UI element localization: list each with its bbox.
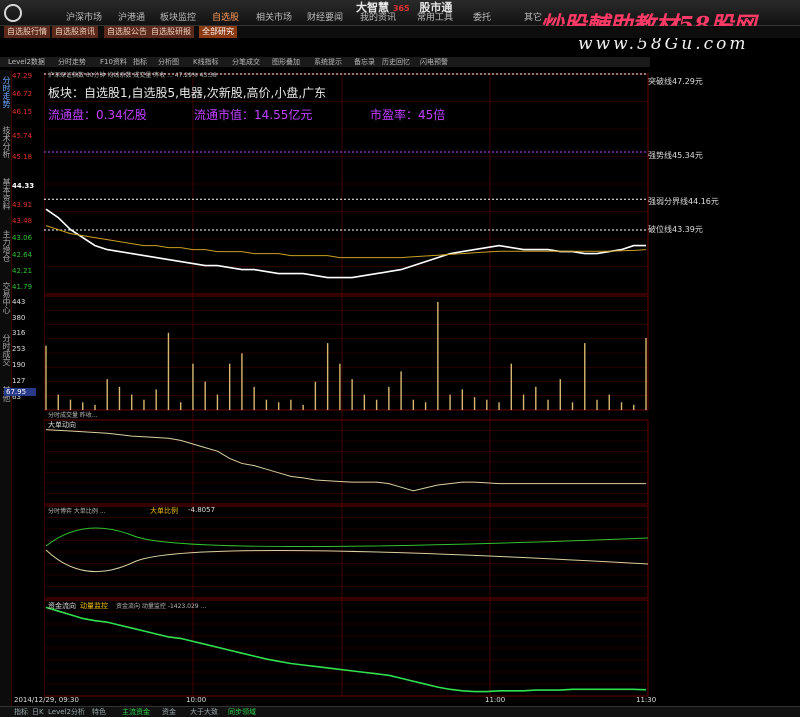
menu-overlay[interactable]: 图形叠加 — [272, 57, 300, 67]
subtab-research[interactable]: 自选股研报 — [148, 26, 194, 38]
status-item[interactable]: 同步领域 — [228, 707, 256, 717]
status-item[interactable]: 指标 — [14, 707, 28, 717]
vol-label: 190 — [12, 361, 26, 369]
status-item[interactable]: 大于大致 — [190, 707, 218, 717]
y-axis-labels: 47.29 46.72 46.15 45.74 45.18 44.33 43.9… — [4, 70, 44, 706]
sidebar-intraday[interactable]: 分时走势 — [1, 76, 11, 108]
menu-ticks[interactable]: 分笔成交 — [232, 57, 260, 67]
tab-my-info[interactable]: 我的资讯 — [360, 10, 396, 23]
ratio-value: -4.8057 — [188, 506, 216, 514]
header-topline: 沪深深证指数 60分钟 均线系数 成交量 昨收 ... 47.29% 43.38 — [48, 72, 217, 79]
status-item[interactable]: 资金 — [162, 707, 176, 717]
tab-watchlist[interactable]: 自选股 — [212, 10, 239, 23]
tab-tools[interactable]: 常用工具 — [417, 10, 453, 23]
ratio-line-big — [45, 549, 649, 573]
sidebar-main-force[interactable]: 主力增仓 — [1, 230, 11, 262]
y-label: 46.15 — [12, 108, 33, 116]
label-divide-line: 强弱分界线44.16元 — [648, 197, 719, 206]
menu-alerts[interactable]: 系统提示 — [314, 57, 342, 67]
status-item[interactable]: 日K — [32, 707, 44, 717]
menu-kline[interactable]: K线指标 — [193, 57, 219, 67]
vol-label: 316 — [12, 329, 26, 337]
y-label: 43.06 — [12, 234, 33, 242]
vol-label: 443 — [12, 298, 26, 306]
time-label-open: 2014/12/29, 09:30 — [14, 696, 79, 704]
menu-level2[interactable]: Level2数据 — [8, 57, 45, 67]
menu-memo[interactable]: 备忘录 — [354, 57, 375, 67]
watchlist-subtabs: 自选股行情 自选股资讯 自选股公告 自选股研报 全部研究 — [0, 26, 800, 38]
menu-history[interactable]: 历史回忆 — [382, 57, 410, 67]
y-label: 43.91 — [12, 201, 33, 209]
volume-panel-label: 分时成交量 昨收... — [48, 412, 98, 419]
menu-analysis[interactable]: 分析图 — [158, 57, 179, 67]
header-pe: 市盈率：45倍 — [370, 108, 446, 122]
y-label: 41.79 — [12, 283, 33, 291]
bigorder-panel-title: 大单动向 — [48, 421, 76, 429]
tab-finance-news[interactable]: 财经要闻 — [307, 10, 343, 23]
tab-hk-connect[interactable]: 沪港通 — [118, 10, 145, 23]
label-support-line: 破位线43.39元 — [648, 225, 703, 234]
vol-label: 253 — [12, 345, 26, 353]
app-logo-icon[interactable] — [4, 4, 22, 22]
funds-panel-values: 资金流向 动量监控 -1423.029 ... — [116, 603, 207, 610]
funds-panel-label: 动量监控 — [80, 602, 108, 610]
price-line — [45, 208, 646, 279]
time-label-1000: 10:00 — [186, 696, 207, 704]
vol-label: 380 — [12, 314, 26, 322]
menu-indicator[interactable]: 指标 — [133, 57, 147, 67]
sidebar-trading[interactable]: 交易中心 — [1, 282, 11, 314]
subtab-announcements[interactable]: 自选股公告 — [104, 26, 150, 38]
y-label: 47.29 — [12, 72, 33, 80]
vol-label: 127 — [12, 377, 26, 385]
y-label: 43.48 — [12, 217, 33, 225]
label-strong-line: 强势线45.34元 — [648, 151, 703, 160]
ratio-panel-label: 分时博弈 大单比例 ... — [48, 508, 106, 515]
header-float-shares: 流通盘：0.34亿股 — [48, 108, 147, 122]
header-sector: 板块：自选股1,自选股5,电器,次新股,高价,小盘,广东 — [48, 86, 327, 100]
time-label-1100: 11:00 — [485, 696, 506, 704]
intraday-chart[interactable] — [44, 70, 656, 706]
subtab-info[interactable]: 自选股资讯 — [52, 26, 98, 38]
header-float-value: 流通市值：14.55亿元 — [194, 108, 313, 122]
chart-toolbar: Level2数据 分时走势 F10资料 指标 分析图 K线指标 分笔成交 图形叠… — [0, 57, 650, 67]
y-label: 42.21 — [12, 267, 33, 275]
app-window: 大智慧 365 股市通 沪深市场 沪港通 板块监控 自选股 相关市场 财经要闻 … — [0, 0, 800, 717]
tab-related-markets[interactable]: 相关市场 — [256, 10, 292, 23]
sidebar-fundamentals[interactable]: 基本资料 — [1, 178, 11, 210]
crosshair-value: 67.95 — [4, 388, 36, 396]
subtab-quotes[interactable]: 自选股行情 — [4, 26, 50, 38]
status-item[interactable]: 主流资金 — [122, 707, 150, 717]
y-label-prev-close: 44.33 — [12, 182, 35, 190]
tab-sector-monitor[interactable]: 板块监控 — [160, 10, 196, 23]
menu-intraday[interactable]: 分时走势 — [58, 57, 86, 67]
funds-panel-title: 资金流向 — [48, 602, 76, 610]
time-label-1130: 11:30 — [636, 696, 657, 704]
tab-shanghai-shenzhen[interactable]: 沪深市场 — [66, 10, 102, 23]
ratio-label: 大单比例 — [150, 507, 178, 515]
subtab-all-research[interactable]: 全部研究 — [199, 26, 237, 38]
y-label: 45.74 — [12, 132, 33, 140]
funds-flow-line — [45, 606, 647, 693]
label-breakout-line: 突破线47.29元 — [648, 77, 703, 86]
menu-f10[interactable]: F10资料 — [100, 57, 127, 67]
status-item[interactable]: 特色 — [92, 707, 106, 717]
y-label: 46.72 — [12, 90, 33, 98]
menu-flash-alert[interactable]: 闪电预警 — [420, 57, 448, 67]
sidebar-ticks[interactable]: 分时成交 — [1, 334, 11, 366]
bigorder-line — [45, 429, 646, 492]
ratio-line-small — [45, 527, 649, 548]
y-label: 45.18 — [12, 153, 33, 161]
status-item[interactable]: Level2分析 — [48, 707, 85, 717]
status-bar: 指标 日K Level2分析 特色 主流资金 资金 大于大致 同步领域 — [0, 706, 800, 717]
sidebar-technical[interactable]: 技术分析 — [1, 126, 11, 158]
y-label: 42.64 — [12, 251, 33, 259]
tab-trade[interactable]: 委托 — [473, 10, 491, 23]
